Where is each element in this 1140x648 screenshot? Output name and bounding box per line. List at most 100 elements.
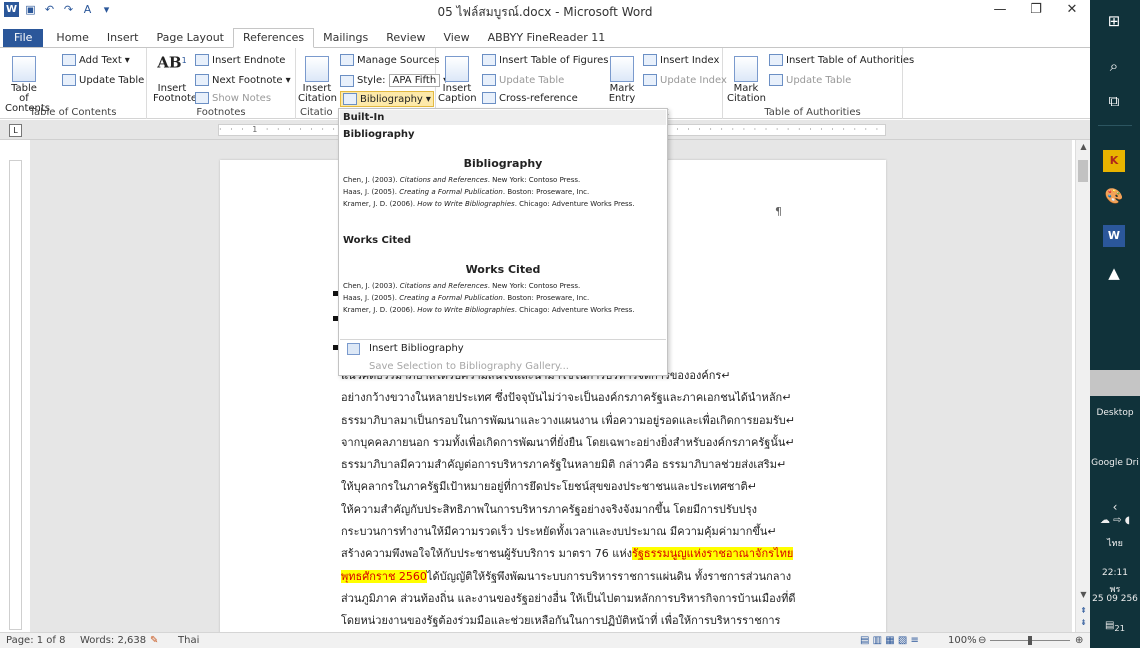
page-count[interactable]: Page: 1 of 8 — [6, 635, 65, 646]
update-table-toc-button[interactable]: Update Table — [62, 74, 144, 86]
tray-expand-icon[interactable]: ‹ — [1090, 500, 1140, 514]
minimize-button[interactable]: — — [982, 0, 1018, 19]
tab-abbyy-finereader-11[interactable]: ABBYY FineReader 11 — [479, 29, 615, 47]
task-view-icon[interactable]: ⧉ — [1103, 90, 1125, 112]
word-taskbar-icon[interactable]: W — [1103, 225, 1125, 247]
gallery-entries: Chen, J. (2003). Citations and Reference… — [343, 280, 663, 316]
input-language[interactable]: ไทย — [1090, 536, 1140, 550]
view-buttons[interactable]: ▤ ▥ ▦ ▧ ≡ — [860, 635, 919, 646]
table-of-contents-icon — [12, 56, 36, 82]
document-line-text: ให้บุคลากรในภาครัฐมีเป้าหมายอยู่ที่การยึ… — [341, 480, 757, 494]
insert-footnote-label: Insert Footnote — [153, 83, 198, 104]
vertical-ruler[interactable] — [9, 160, 22, 630]
zoom-slider-knob[interactable] — [1028, 636, 1032, 645]
scroll-down-icon[interactable]: ▼ — [1076, 590, 1091, 602]
photos-icon[interactable]: ▲ — [1103, 262, 1125, 284]
tab-mailings[interactable]: Mailings — [314, 29, 377, 47]
save-selection-menu-item[interactable]: Save Selection to Bibliography Gallery..… — [341, 358, 665, 376]
gallery-title-bibliography: Bibliography — [343, 129, 415, 140]
style-value[interactable]: APA Fifth — [388, 74, 441, 87]
manage-sources-button[interactable]: Manage Sources — [340, 54, 439, 66]
insert-citation-icon — [305, 56, 329, 82]
document-line-text: ธรรมาภิบาลมีความสำคัญต่อการบริหารภาครัฐใ… — [341, 458, 787, 472]
paint-icon[interactable]: 🎨 — [1103, 185, 1125, 207]
bibliography-button[interactable]: Bibliography ▾ — [340, 91, 434, 107]
document-body-text[interactable]: แนวคิดธรรมาภิบาลได้รับความสนใจและนำมาใช้… — [341, 365, 816, 648]
gallery-entries: Chen, J. (2003). Citations and Reference… — [343, 174, 663, 210]
entry-title: Citations and References — [399, 176, 488, 184]
clock-time[interactable]: 22:11 — [1090, 568, 1140, 578]
show-notes-button[interactable]: Show Notes — [195, 92, 271, 104]
mark-citation-icon — [734, 56, 758, 82]
document-line-text: สร้างความพึงพอใจให้กับประชาชนผู้รับบริกา… — [341, 547, 632, 561]
start-icon[interactable]: ⊞ — [1103, 10, 1125, 32]
document-line-text: ส่วนภูมิภาค ส่วนท้องถิ่น และงานของรัฐอย่… — [341, 591, 796, 605]
zoom-level[interactable]: 100% — [948, 635, 977, 646]
word-count[interactable]: Words: 2,638 — [80, 635, 146, 646]
next-page-icon[interactable]: ⇟ — [1076, 618, 1091, 630]
manage-sources-label: Manage Sources — [357, 54, 440, 66]
language-indicator[interactable]: Thai — [178, 635, 199, 646]
add-text-button[interactable]: Add Text ▾ — [62, 54, 130, 66]
scrollbar-thumb[interactable] — [1078, 160, 1088, 182]
scroll-up-icon[interactable]: ▲ — [1076, 142, 1091, 154]
update-index-button[interactable]: Update Index — [643, 74, 727, 86]
window-controls: — ❐ ✕ — [982, 0, 1090, 19]
bibliography-icon — [343, 93, 357, 105]
insert-footnote-button[interactable]: AB1 Insert Footnote — [153, 55, 197, 104]
insert-table-of-authorities-button[interactable]: Insert Table of Authorities — [769, 54, 914, 66]
tray-icons[interactable]: ☁ ⇨ ◖ — [1090, 515, 1140, 526]
proofing-icon[interactable]: ✎ — [150, 635, 158, 646]
tab-insert[interactable]: Insert — [98, 29, 148, 47]
update-table-captions-button[interactable]: Update Table — [482, 74, 564, 86]
tab-page-layout[interactable]: Page Layout — [147, 29, 233, 47]
manage-sources-icon — [340, 54, 354, 66]
kaspersky-icon[interactable]: K — [1103, 150, 1125, 172]
gallery-item-bibliography[interactable]: Bibliography Chen, J. (2003). Citations … — [343, 157, 663, 210]
update-table-label: Update Table — [79, 74, 145, 86]
group-footnotes: AB1 Insert Footnote Insert Endnote Next … — [147, 48, 296, 119]
insert-bibliography-icon — [347, 343, 360, 355]
insert-bibliography-menu-item[interactable]: Insert Bibliography — [341, 340, 665, 358]
next-footnote-button[interactable]: Next Footnote ▾ — [195, 74, 291, 86]
entry-author: Haas, J. (2005). — [343, 188, 400, 196]
tab-home[interactable]: Home — [47, 29, 97, 47]
previous-page-icon[interactable]: ⇞ — [1076, 606, 1091, 618]
table-of-contents-button[interactable]: Table of Contents — [5, 56, 50, 114]
insert-caption-button[interactable]: Insert Caption — [438, 56, 477, 104]
document-line-text: กระบวนการทำงานให้มีความรวดเร็ว ประหยัดทั… — [341, 525, 777, 539]
restore-button[interactable]: ❐ — [1018, 0, 1054, 19]
close-button[interactable]: ✕ — [1054, 0, 1090, 19]
gallery-item-works-cited[interactable]: Works Cited Chen, J. (2003). Citations a… — [343, 263, 663, 316]
insert-citation-button[interactable]: Insert Citation — [298, 56, 337, 104]
insert-citation-label: Insert Citation — [298, 83, 337, 104]
tab-selector-button[interactable]: L — [9, 124, 22, 137]
tab-file[interactable]: File — [3, 29, 44, 47]
insert-endnote-icon — [195, 54, 209, 66]
desktop-toolbar-label[interactable]: Desktop — [1090, 408, 1140, 418]
mark-citation-button[interactable]: Mark Citation — [727, 56, 766, 104]
next-footnote-icon — [195, 74, 209, 86]
search-icon[interactable]: ⌕ — [1103, 55, 1125, 77]
tab-review[interactable]: Review — [377, 29, 434, 47]
vertical-scrollbar[interactable]: ▲ ▼ ⇞ ⇟ — [1075, 140, 1090, 632]
insert-table-of-figures-button[interactable]: Insert Table of Figures — [482, 54, 608, 66]
insert-index-button[interactable]: Insert Index — [643, 54, 719, 66]
word-window: W ▣ ↶ ↷ A ▾ 05 ไฟล์สมบูรณ์.docx - Micros… — [0, 0, 1140, 648]
document-line: ให้ความสำคัญกับประสิทธิภาพในการบริหารภาค… — [341, 499, 816, 521]
google-drive-toolbar-label[interactable]: Google Dri — [1090, 458, 1140, 468]
zoom-out-icon[interactable]: ⊖ — [978, 635, 986, 646]
insert-endnote-button[interactable]: Insert Endnote — [195, 54, 285, 66]
bibliography-dropdown-menu: Built-In Bibliography Bibliography Chen,… — [338, 108, 668, 376]
table-of-authorities-icon — [769, 54, 783, 66]
cross-reference-button[interactable]: Cross-reference — [482, 92, 578, 104]
mark-entry-label: Mark Entry — [608, 83, 636, 104]
mark-entry-button[interactable]: Mark Entry — [605, 56, 639, 104]
tab-view[interactable]: View — [434, 29, 478, 47]
tab-references[interactable]: References — [233, 28, 315, 48]
notification-center-icon[interactable]: ▤21 — [1090, 620, 1140, 633]
zoom-in-icon[interactable]: ⊕ — [1075, 635, 1083, 646]
add-text-icon — [62, 54, 76, 66]
style-select[interactable]: Style:APA Fifth▾ — [340, 74, 448, 87]
update-table-authorities-button[interactable]: Update Table — [769, 74, 851, 86]
